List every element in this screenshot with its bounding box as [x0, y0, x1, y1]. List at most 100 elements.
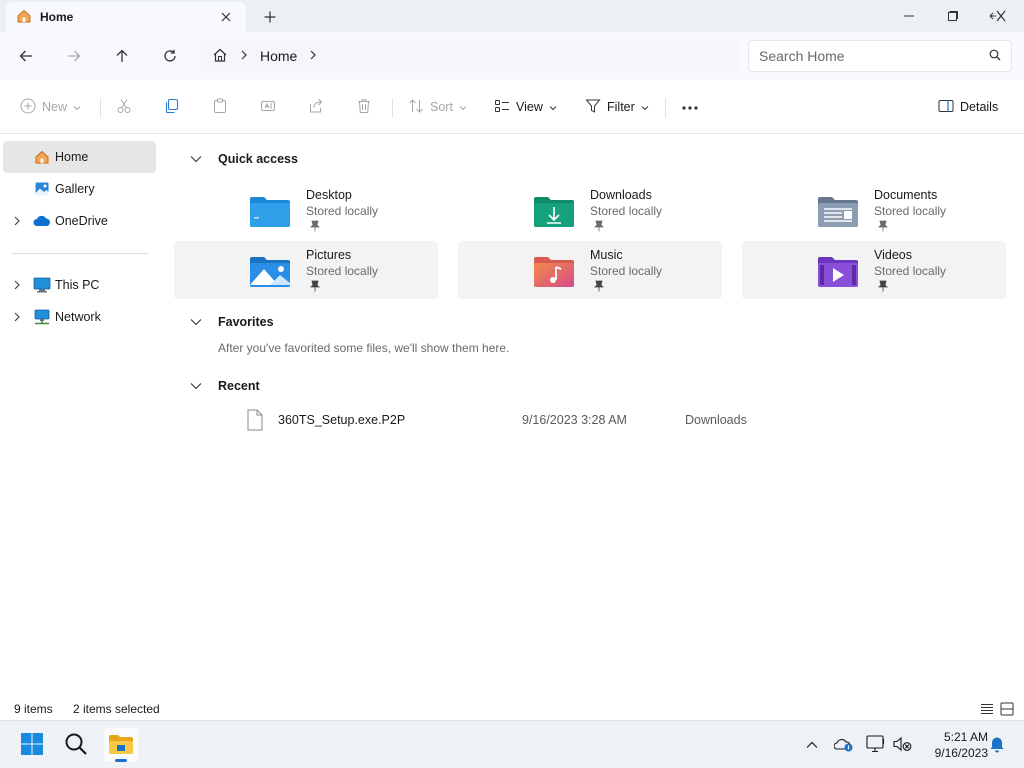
sort-button[interactable]: Sort	[408, 94, 467, 120]
chevron-down-icon	[641, 100, 649, 114]
navigation-bar: Home	[0, 32, 1024, 80]
computer-icon	[33, 276, 51, 294]
more-icon	[681, 100, 699, 114]
home-icon	[33, 148, 51, 166]
search-icon	[64, 732, 88, 759]
back-button[interactable]	[12, 42, 40, 70]
folder-status: Stored locally	[590, 264, 663, 278]
quick-access-documents[interactable]: Documents Stored locally	[742, 181, 1006, 239]
search-box[interactable]	[748, 40, 1012, 72]
item-count: 9 items	[14, 702, 53, 716]
sidebar-item-home[interactable]: Home	[3, 141, 156, 173]
quick-access-desktop[interactable]: Desktop Stored locally	[174, 181, 438, 239]
view-list-icon	[494, 98, 510, 117]
chevron-right-icon[interactable]	[11, 279, 23, 291]
more-options-button[interactable]	[681, 94, 699, 120]
pictures-folder-icon	[250, 257, 290, 287]
quick-access-pictures[interactable]: Pictures Stored locally	[174, 241, 438, 299]
divider	[665, 98, 666, 118]
sidebar-item-gallery[interactable]: Gallery	[3, 173, 156, 205]
new-label: New	[42, 100, 68, 114]
videos-folder-icon	[818, 257, 858, 287]
view-button[interactable]: View	[494, 94, 557, 120]
share-button[interactable]	[308, 94, 324, 120]
paste-button[interactable]	[212, 94, 228, 120]
search-input[interactable]	[759, 48, 989, 64]
display-tray-button[interactable]	[862, 729, 890, 761]
onedrive-tray-button[interactable]	[830, 729, 858, 761]
copy-icon	[164, 98, 180, 117]
quick-access-downloads[interactable]: Downloads Stored locally	[458, 181, 722, 239]
scissors-icon	[116, 98, 132, 117]
cloud-icon	[33, 212, 51, 230]
refresh-button[interactable]	[156, 42, 184, 70]
new-tab-button[interactable]	[258, 6, 282, 28]
chevron-right-icon[interactable]	[11, 311, 23, 323]
folder-name: Documents	[874, 188, 938, 202]
breadcrumb-separator-icon[interactable]	[240, 49, 248, 63]
home-icon	[212, 47, 228, 66]
new-button[interactable]: New	[20, 94, 81, 120]
sidebar-item-this-pc[interactable]: This PC	[3, 269, 156, 301]
chevron-down-icon[interactable]	[188, 378, 204, 394]
file-icon	[247, 409, 263, 431]
maximize-button[interactable]	[930, 0, 976, 32]
search-button[interactable]	[60, 729, 92, 761]
sidebar-item-network[interactable]: Network	[3, 301, 156, 333]
minimize-button[interactable]	[886, 0, 932, 32]
home-icon	[16, 8, 32, 27]
details-view-button[interactable]	[980, 703, 994, 718]
divider	[100, 98, 101, 118]
file-explorer-taskbar-button[interactable]	[104, 728, 138, 762]
filter-label: Filter	[607, 100, 635, 114]
address-bar[interactable]: Home	[200, 40, 738, 72]
pin-icon	[594, 280, 604, 292]
title-bar: Home	[0, 0, 1024, 32]
quick-access-music[interactable]: Music Stored locally	[458, 241, 722, 299]
cut-button[interactable]	[116, 94, 132, 120]
favorites-empty-message: After you've favorited some files, we'll…	[218, 341, 510, 355]
quick-access-header[interactable]: Quick access	[188, 151, 298, 167]
folder-name: Music	[590, 248, 623, 262]
chevron-right-icon[interactable]	[11, 215, 23, 227]
up-button[interactable]	[108, 42, 136, 70]
show-hidden-icons-button[interactable]	[798, 729, 826, 761]
breadcrumb-separator-icon[interactable]	[309, 49, 317, 63]
filter-button[interactable]: Filter	[585, 94, 649, 120]
content-pane: Quick access Desktop Stored locally Down…	[158, 135, 1024, 700]
chevron-down-icon[interactable]	[188, 151, 204, 167]
active-app-indicator	[115, 759, 127, 762]
selection-count: 2 items selected	[73, 702, 160, 716]
folder-status: Stored locally	[306, 264, 379, 278]
taskbar: 5:21 AM 9/16/2023	[0, 720, 1024, 768]
breadcrumb-home[interactable]: Home	[260, 48, 297, 64]
notifications-button[interactable]	[986, 729, 1008, 761]
sidebar-item-onedrive[interactable]: OneDrive	[3, 205, 156, 237]
volume-tray-button[interactable]	[888, 729, 916, 761]
recent-header[interactable]: Recent	[188, 378, 260, 394]
tab-home[interactable]: Home	[6, 2, 246, 32]
recent-file-row[interactable]: 360TS_Setup.exe.P2P 9/16/2023 3:28 AM Do…	[246, 407, 946, 433]
folder-name: Downloads	[590, 188, 652, 202]
quick-access-videos[interactable]: Videos Stored locally	[742, 241, 1006, 299]
rename-button[interactable]	[260, 94, 276, 120]
favorites-header[interactable]: Favorites	[188, 314, 274, 330]
file-location: Downloads	[685, 413, 747, 427]
copy-button[interactable]	[164, 94, 180, 120]
tiles-view-button[interactable]	[1000, 702, 1014, 719]
close-button[interactable]	[978, 0, 1024, 32]
start-button[interactable]	[16, 729, 48, 761]
chevron-down-icon[interactable]	[188, 314, 204, 330]
details-button[interactable]: Details	[938, 94, 998, 120]
delete-button[interactable]	[356, 94, 372, 120]
sort-label: Sort	[430, 100, 453, 114]
chevron-up-icon	[806, 738, 818, 752]
forward-button[interactable]	[60, 42, 88, 70]
file-date: 9/16/2023 3:28 AM	[522, 413, 627, 427]
pin-icon	[878, 280, 888, 292]
folder-status: Stored locally	[306, 204, 379, 218]
system-clock[interactable]: 5:21 AM 9/16/2023	[916, 729, 988, 761]
folder-status: Stored locally	[874, 264, 947, 278]
monitor-icon	[866, 734, 886, 756]
tab-close-icon[interactable]	[216, 7, 236, 27]
